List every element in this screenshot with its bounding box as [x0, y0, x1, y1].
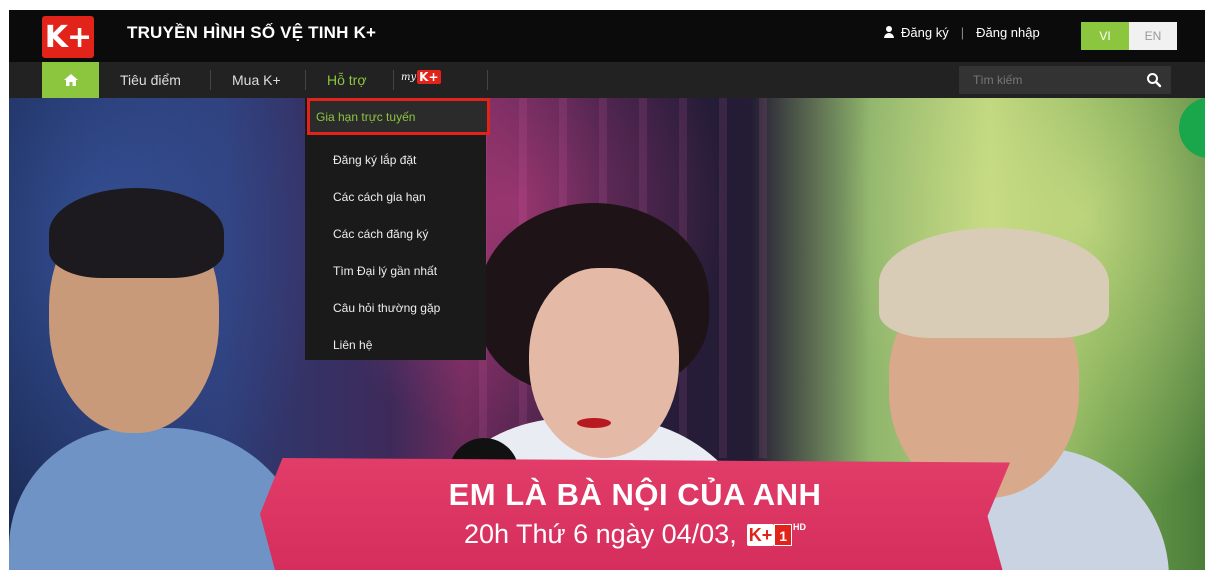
- nav-divider: [487, 70, 488, 90]
- dropdown-item-tim-dai-ly[interactable]: Tìm Đại lý gần nhất: [333, 264, 437, 278]
- kplus-logo[interactable]: K+: [42, 16, 94, 58]
- login-link[interactable]: Đăng nhập: [976, 25, 1040, 40]
- kplus1-hd-text: HD: [793, 521, 807, 532]
- kplus1-k-text: K+: [746, 523, 775, 546]
- mykplus-my-text: my: [401, 71, 417, 83]
- user-links: Đăng ký | Đăng nhập: [883, 25, 1040, 40]
- dropdown-item-cau-hoi[interactable]: Câu hỏi thường gặp: [333, 301, 440, 315]
- nav-item-ho-tro[interactable]: Hỗ trợ: [327, 62, 367, 98]
- actress-center-head: [529, 268, 679, 458]
- home-icon: [63, 74, 78, 86]
- dropdown-item-cac-cach-gia-han[interactable]: Các cách gia hạn: [333, 190, 426, 204]
- register-link[interactable]: Đăng ký: [901, 25, 949, 40]
- search-icon[interactable]: [1145, 71, 1163, 89]
- mykplus-k-text: K+: [417, 70, 441, 84]
- kplus1-hd-logo: K+ 1 HD: [746, 521, 807, 548]
- top-header: K+ TRUYỀN HÌNH SỐ VỆ TINH K+ Đăng ký | Đ…: [9, 10, 1205, 62]
- search-box: [959, 66, 1171, 94]
- lang-en-button[interactable]: EN: [1129, 22, 1177, 50]
- site-title: TRUYỀN HÌNH SỐ VỆ TINH K+: [127, 23, 377, 42]
- promo-schedule: 20h Thứ 6 ngày 04/03,: [463, 519, 737, 549]
- dropdown-item-lien-he[interactable]: Liên hệ: [333, 338, 372, 352]
- link-separator: |: [960, 25, 965, 40]
- user-icon: [883, 26, 895, 39]
- nav-home-button[interactable]: [42, 62, 99, 98]
- dropdown-item-cac-cach-dang-ky[interactable]: Các cách đăng ký: [333, 227, 428, 241]
- dropdown-item-label: Gia hạn trực tuyến: [316, 109, 416, 124]
- lang-vi-button[interactable]: VI: [1081, 22, 1129, 50]
- dropdown-item-gia-han-truc-tuyen[interactable]: Gia hạn trực tuyến: [307, 98, 490, 135]
- nav-item-mykplus[interactable]: my K+: [401, 70, 441, 84]
- kplus1-num-text: 1: [774, 523, 793, 546]
- main-nav: Tiêu điểm Mua K+ Hỗ trợ my K+: [9, 62, 1205, 98]
- actor-right-cap: [879, 228, 1109, 338]
- nav-item-mua-kplus[interactable]: Mua K+: [232, 62, 281, 98]
- dropdown-item-dang-ky-lap-dat[interactable]: Đăng ký lắp đặt: [333, 153, 416, 167]
- actress-center-lips: [577, 418, 611, 428]
- promo-title: EM LÀ BÀ NỘI CỦA ANH: [448, 477, 822, 512]
- nav-divider: [210, 70, 211, 90]
- nav-item-tieu-diem[interactable]: Tiêu điểm: [120, 62, 181, 98]
- nav-divider: [393, 70, 394, 90]
- support-dropdown: Đăng ký lắp đặt Các cách gia hạn Các các…: [305, 98, 486, 360]
- nav-divider: [305, 70, 306, 90]
- actor-left-hair: [49, 188, 224, 278]
- search-input[interactable]: [959, 66, 1139, 94]
- promo-banner: [260, 458, 1010, 570]
- promo-subtitle: 20h Thứ 6 ngày 04/03, K+ 1 HD: [260, 519, 1010, 550]
